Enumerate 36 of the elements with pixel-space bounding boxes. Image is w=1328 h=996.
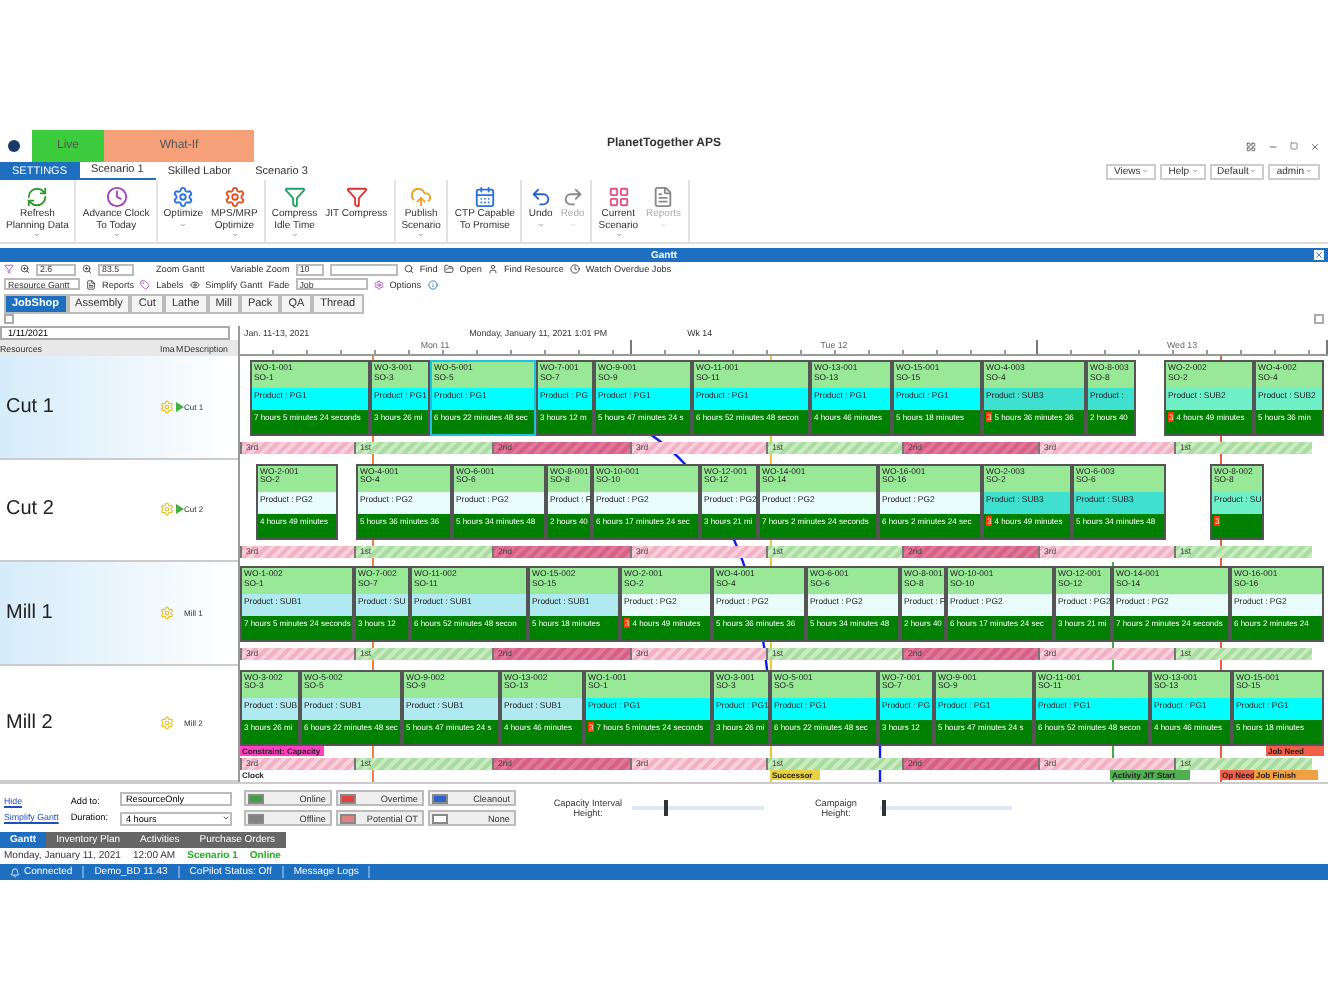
refresh-icon xyxy=(26,185,49,207)
gear-icon xyxy=(160,605,174,620)
eye-icon[interactable] xyxy=(189,279,200,290)
gear-icon xyxy=(172,185,195,207)
grid-icon xyxy=(607,185,630,207)
slider-thumb[interactable] xyxy=(664,800,669,816)
bell-icon xyxy=(10,867,20,877)
clock-icon[interactable] xyxy=(569,264,580,275)
search-icon[interactable] xyxy=(403,264,414,275)
cloud-upload-icon xyxy=(410,185,433,207)
resource-name: Cut 2 xyxy=(4,498,56,521)
app-logo-icon xyxy=(8,140,20,152)
search-field[interactable] xyxy=(329,263,398,276)
calendar-icon xyxy=(473,185,496,207)
undo-icon xyxy=(529,185,552,207)
folder-icon[interactable] xyxy=(443,264,454,275)
tag-icon[interactable] xyxy=(140,279,151,290)
slider-thumb[interactable] xyxy=(882,800,887,816)
document-icon[interactable] xyxy=(86,279,96,290)
gear-icon xyxy=(160,502,174,517)
gear-icon xyxy=(223,185,246,207)
person-icon[interactable] xyxy=(488,264,498,275)
zoom-icon[interactable] xyxy=(82,264,92,275)
resource-name: Mill 1 xyxy=(4,601,55,624)
settings-icon[interactable] xyxy=(373,279,384,290)
gear-icon xyxy=(160,715,174,730)
gear-icon xyxy=(160,399,174,414)
zoom-icon[interactable] xyxy=(20,264,30,275)
info-icon[interactable] xyxy=(427,279,438,290)
clock-icon xyxy=(105,185,128,207)
layout-icon[interactable] xyxy=(1246,141,1256,151)
resource-name: Mill 2 xyxy=(4,711,55,734)
document-icon xyxy=(652,185,675,207)
maximize-icon[interactable] xyxy=(1290,142,1298,150)
resource-name: Cut 1 xyxy=(4,395,56,418)
redo-icon xyxy=(561,185,584,207)
